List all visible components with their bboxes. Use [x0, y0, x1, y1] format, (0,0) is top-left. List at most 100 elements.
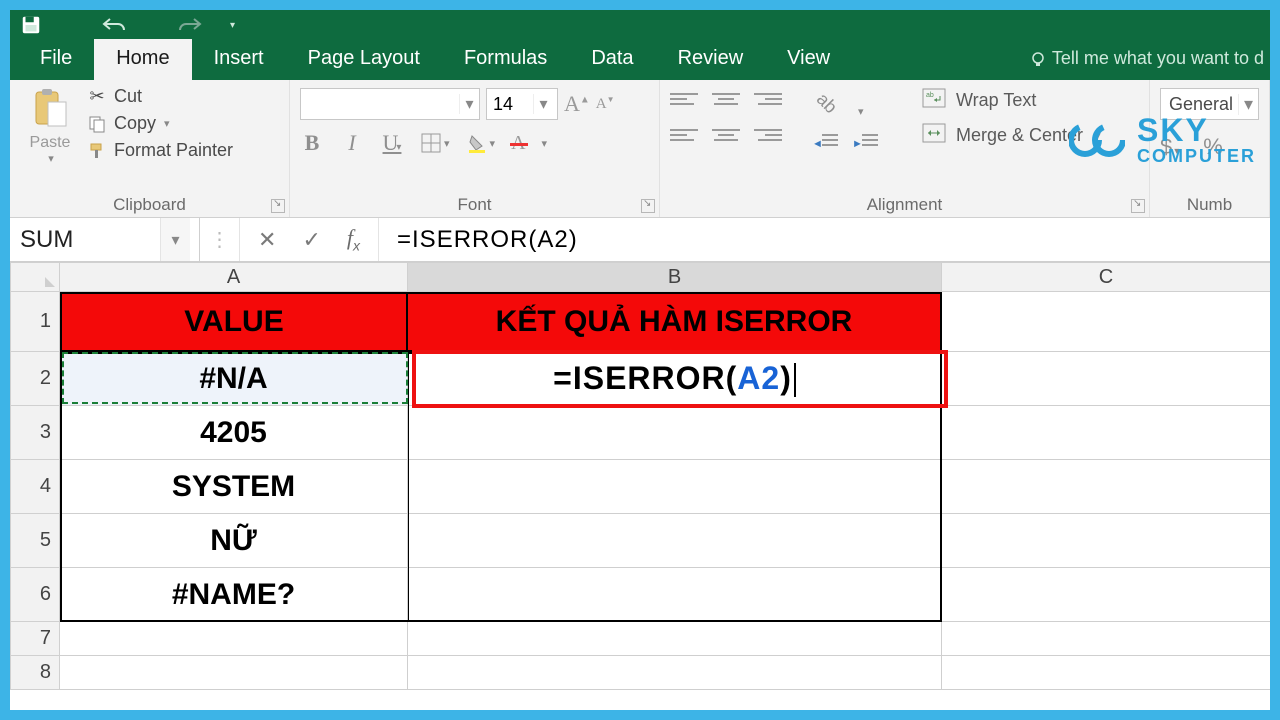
row-header-5[interactable]: 5: [10, 514, 60, 568]
cell-B8[interactable]: [408, 656, 942, 690]
increase-font-icon[interactable]: A▲: [564, 91, 590, 117]
undo-icon[interactable]: [102, 14, 128, 36]
cell-A1[interactable]: VALUE: [60, 292, 408, 352]
group-font: ▾ ▾ A▲ A▼ B I U▾ ▾ ▾: [290, 80, 660, 217]
align-right-icon[interactable]: [754, 124, 782, 146]
cell-C3[interactable]: [942, 406, 1270, 460]
cell-B6[interactable]: [408, 568, 942, 622]
increase-indent-icon[interactable]: ►: [852, 132, 878, 154]
format-painter-label: Format Painter: [114, 140, 233, 161]
align-center-icon[interactable]: [712, 124, 740, 146]
tell-me-label: Tell me what you want to d: [1052, 48, 1264, 69]
cell-A4[interactable]: SYSTEM: [60, 460, 408, 514]
row-header-7[interactable]: 7: [10, 622, 60, 656]
cell-A8[interactable]: [60, 656, 408, 690]
ribbon: Paste ▾ ✂ Cut Copy ▾: [10, 80, 1270, 218]
ribbon-tabs: File Home Insert Page Layout Formulas Da…: [10, 40, 1270, 80]
fill-color-button[interactable]: ▾: [466, 132, 496, 154]
number-format-combo[interactable]: General ▾: [1160, 88, 1259, 120]
tab-review[interactable]: Review: [656, 39, 766, 80]
name-box-input[interactable]: [10, 218, 160, 261]
column-header-B[interactable]: B: [408, 262, 942, 292]
font-color-button[interactable]: A ▾: [511, 132, 547, 155]
cell-C5[interactable]: [942, 514, 1270, 568]
tab-data[interactable]: Data: [569, 39, 655, 80]
cell-A7[interactable]: [60, 622, 408, 656]
name-box[interactable]: ▾: [10, 218, 200, 261]
row-header-8[interactable]: 8: [10, 656, 60, 690]
copy-button[interactable]: Copy ▾: [86, 113, 233, 134]
align-left-icon[interactable]: [670, 124, 698, 146]
row-header-2[interactable]: 2: [10, 352, 60, 406]
font-name-combo[interactable]: ▾: [300, 88, 480, 120]
italic-button[interactable]: I: [340, 130, 364, 156]
merge-center-button[interactable]: Merge & Center ▾: [922, 123, 1101, 148]
decrease-indent-icon[interactable]: ◄: [812, 132, 838, 154]
dialog-launcher-icon[interactable]: [641, 199, 655, 213]
cell-B2-formula: =ISERROR(A2): [553, 360, 796, 398]
chevron-down-icon: ▾: [542, 137, 548, 150]
cell-A2[interactable]: #N/A: [60, 352, 408, 406]
group-label-clipboard: Clipboard: [10, 195, 289, 215]
cell-C6[interactable]: [942, 568, 1270, 622]
borders-button[interactable]: ▾: [420, 132, 450, 154]
redo-icon[interactable]: [176, 14, 202, 36]
cut-button[interactable]: ✂ Cut: [86, 86, 233, 107]
font-size-combo[interactable]: ▾: [486, 88, 558, 120]
cell-A3[interactable]: 4205: [60, 406, 408, 460]
row-header-4[interactable]: 4: [10, 460, 60, 514]
cell-A5[interactable]: NỮ: [60, 514, 408, 568]
cell-B2[interactable]: =ISERROR(A2): [408, 352, 942, 406]
orientation-button[interactable]: ab: [806, 82, 848, 124]
column-header-C[interactable]: C: [942, 262, 1270, 292]
align-bottom-icon[interactable]: [754, 88, 782, 110]
align-middle-icon[interactable]: [712, 88, 740, 110]
confirm-edit-icon[interactable]: ✓: [302, 227, 320, 253]
chevron-down-icon[interactable]: ▾: [160, 218, 190, 261]
cell-C8[interactable]: [942, 656, 1270, 690]
tab-home[interactable]: Home: [94, 39, 191, 80]
bold-button[interactable]: B: [300, 130, 324, 156]
cell-C4[interactable]: [942, 460, 1270, 514]
cancel-edit-icon[interactable]: ✕: [258, 227, 276, 253]
chevron-down-icon: ▾: [1238, 94, 1258, 115]
decrease-font-icon[interactable]: A▼: [596, 95, 615, 113]
group-number: General ▾ $▾ % Numb: [1150, 80, 1270, 217]
align-top-icon[interactable]: [670, 88, 698, 110]
cell-C7[interactable]: [942, 622, 1270, 656]
formula-input[interactable]: [379, 218, 1270, 261]
tab-view[interactable]: View: [765, 39, 852, 80]
tab-insert[interactable]: Insert: [192, 39, 286, 80]
save-icon[interactable]: [18, 14, 44, 36]
row-header-6[interactable]: 6: [10, 568, 60, 622]
tab-page-layout[interactable]: Page Layout: [286, 39, 442, 80]
paste-button[interactable]: Paste ▾: [20, 84, 80, 165]
format-painter-button[interactable]: Format Painter: [86, 140, 233, 161]
insert-function-icon[interactable]: fx: [347, 225, 360, 253]
cell-B5[interactable]: [408, 514, 942, 568]
column-header-A[interactable]: A: [60, 262, 408, 292]
cell-B3[interactable]: [408, 406, 942, 460]
cell-B7[interactable]: [408, 622, 942, 656]
tab-file[interactable]: File: [18, 39, 94, 80]
qat-customize-icon[interactable]: ▾: [230, 20, 235, 31]
cell-C1[interactable]: [942, 292, 1270, 352]
dialog-launcher-icon[interactable]: [1131, 199, 1145, 213]
tab-formulas[interactable]: Formulas: [442, 39, 569, 80]
row-header-1[interactable]: 1: [10, 292, 60, 352]
accounting-format-button[interactable]: $▾: [1160, 134, 1179, 160]
worksheet-grid[interactable]: A B C 1 VALUE KẾT QUẢ HÀM ISERROR 2 #N/A…: [10, 262, 1270, 690]
row-header-3[interactable]: 3: [10, 406, 60, 460]
font-size-input[interactable]: [487, 89, 533, 119]
cell-B1[interactable]: KẾT QUẢ HÀM ISERROR: [408, 292, 942, 352]
dialog-launcher-icon[interactable]: [271, 199, 285, 213]
select-all-button[interactable]: [10, 262, 60, 292]
percent-format-button[interactable]: %: [1203, 134, 1223, 160]
cell-C2[interactable]: [942, 352, 1270, 406]
wrap-text-button[interactable]: ab Wrap Text: [922, 88, 1101, 113]
cell-A6[interactable]: #NAME?: [60, 568, 408, 622]
underline-button[interactable]: U▾: [380, 130, 404, 156]
tell-me-search[interactable]: Tell me what you want to d: [1030, 48, 1264, 69]
expand-formula-bar-icon[interactable]: ⋮: [200, 218, 240, 261]
cell-B4[interactable]: [408, 460, 942, 514]
